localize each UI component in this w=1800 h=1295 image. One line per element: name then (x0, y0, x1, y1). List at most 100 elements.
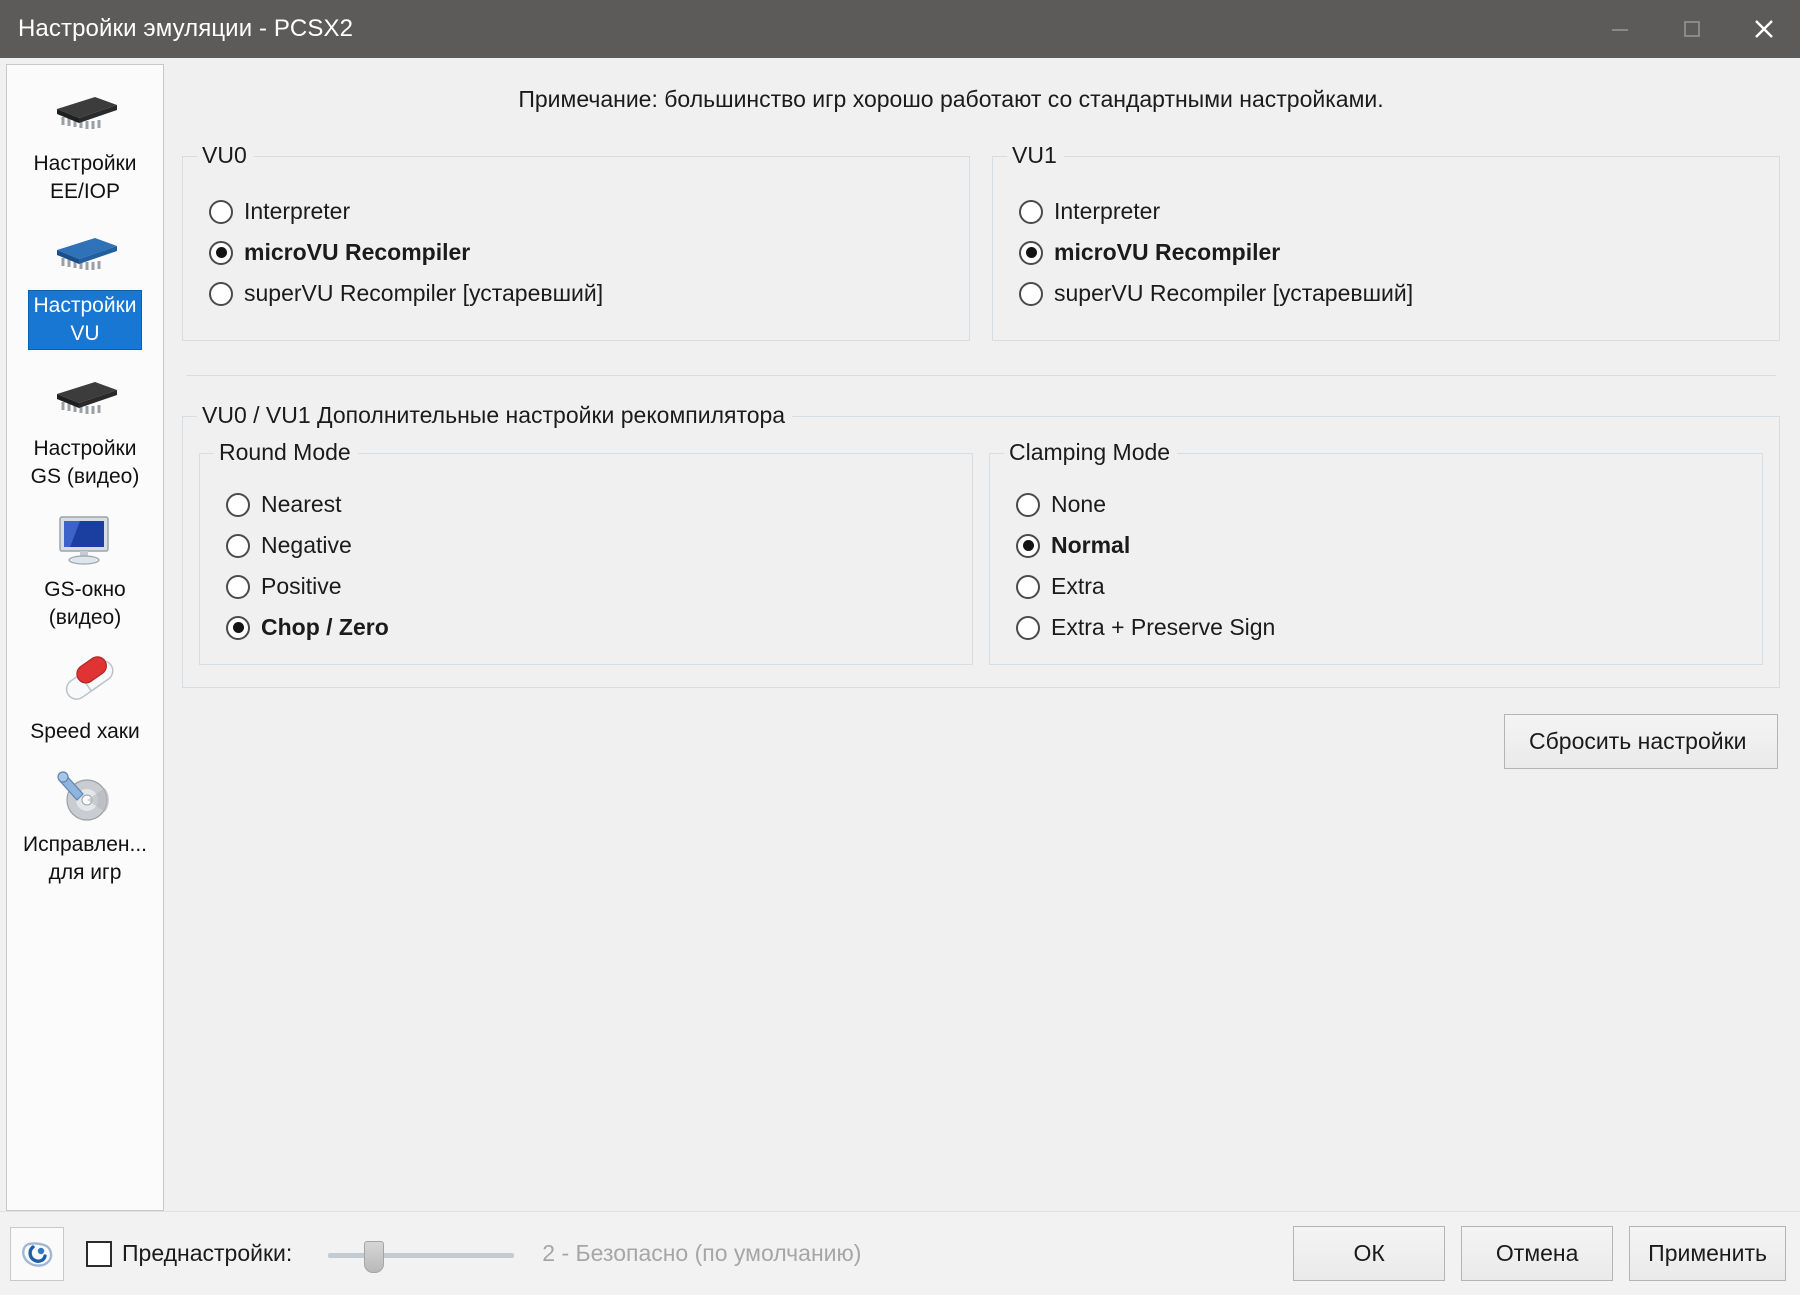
radio-label: Normal (1051, 532, 1131, 558)
radio-label: Nearest (261, 491, 342, 517)
slider-thumb[interactable] (364, 1240, 385, 1273)
chip-dark-icon (47, 368, 123, 430)
sidebar-item-label: Настройки GS (видео) (30, 436, 140, 488)
pcsx2-logo-icon (22, 1241, 53, 1267)
dialog-body: Настройки EE/IOP Настройки VU Настройки … (0, 58, 1800, 1211)
radio-label: Interpreter (244, 198, 351, 224)
sidebar-item-game-fixes[interactable]: Исправлен... для игр (7, 764, 163, 887)
sidebar-item-vu[interactable]: Настройки VU (7, 224, 163, 350)
sidebar-item-ee-iop[interactable]: Настройки EE/IOP (7, 83, 163, 206)
radio-dot (1019, 281, 1043, 306)
chip-dark-icon (47, 83, 123, 145)
radio-dot (1016, 574, 1040, 599)
slider-track (328, 1252, 515, 1258)
round-mode-option-nearest[interactable]: Nearest (200, 484, 972, 525)
sidebar-item-label: Speed хаки (30, 719, 140, 743)
radio-dot (226, 533, 250, 558)
window-controls (1584, 0, 1800, 58)
radio-label: microVU Recompiler (1054, 239, 1281, 265)
presets-slider[interactable] (328, 1234, 515, 1274)
radio-dot (1019, 240, 1043, 265)
radio-dot (209, 281, 233, 306)
ok-button[interactable]: ОК (1293, 1226, 1446, 1281)
sidebar-item-gs[interactable]: Настройки GS (видео) (7, 368, 163, 491)
clamping-mode-option-none[interactable]: None (990, 484, 1762, 525)
window-title: Настройки эмуляции - PCSX2 (18, 15, 354, 42)
clamping-mode-group: Clamping Mode None Normal Extra Extra + … (989, 439, 1763, 665)
vu0-option-interpreter[interactable]: Interpreter (183, 191, 969, 232)
advanced-recompiler-group: VU0 / VU1 Дополнительные настройки реком… (182, 402, 1780, 688)
emulation-settings-window: Настройки эмуляции - PCSX2 Настройки EE/… (0, 0, 1800, 1295)
round-mode-option-positive[interactable]: Positive (200, 566, 972, 607)
disc-wrench-icon (49, 764, 121, 826)
clamping-mode-option-normal[interactable]: Normal (990, 525, 1762, 566)
vu1-option-microvu[interactable]: microVU Recompiler (993, 232, 1779, 273)
advanced-inner-row: Round Mode Nearest Negative Positive Cho… (199, 439, 1763, 665)
radio-label: None (1051, 491, 1106, 517)
radio-dot (1019, 199, 1043, 224)
radio-dot (1016, 533, 1040, 558)
vu1-option-supervu[interactable]: superVU Recompiler [устаревший] (993, 273, 1779, 314)
reset-row: Сбросить настройки (182, 688, 1780, 769)
radio-label: Positive (261, 573, 342, 599)
footer-buttons: ОК Отмена Применить (1293, 1226, 1786, 1281)
settings-main-panel: Примечание: большинство игр хорошо работ… (164, 64, 1794, 1211)
presets-checkbox[interactable] (86, 1240, 112, 1267)
clamping-mode-option-extra-preserve-sign[interactable]: Extra + Preserve Sign (990, 607, 1762, 648)
round-mode-group: Round Mode Nearest Negative Positive Cho… (199, 439, 973, 665)
vu1-group-title: VU1 (1007, 142, 1064, 169)
sidebar-item-gs-window[interactable]: GS-окно (видео) (7, 509, 163, 632)
vu0-group-title: VU0 (197, 142, 254, 169)
section-divider (186, 375, 1776, 376)
clamping-mode-title: Clamping Mode (1004, 439, 1178, 466)
sidebar-item-label: Настройки VU (27, 290, 143, 350)
radio-label: Interpreter (1054, 198, 1161, 224)
vu0-group: VU0 Interpreter microVU Recompiler super… (182, 142, 970, 341)
maximize-icon (1684, 21, 1700, 37)
radio-dot (226, 615, 250, 640)
sidebar-item-label: GS-окно (видео) (44, 578, 126, 630)
pills-icon (50, 651, 120, 713)
vu0-option-microvu[interactable]: microVU Recompiler (183, 232, 969, 273)
monitor-icon (50, 509, 120, 571)
radio-dot (1016, 492, 1040, 517)
radio-label: Extra (1051, 573, 1105, 599)
radio-dot (209, 240, 233, 265)
round-mode-title: Round Mode (214, 439, 358, 466)
round-mode-option-negative[interactable]: Negative (200, 525, 972, 566)
radio-label: superVU Recompiler [устаревший] (1054, 280, 1414, 306)
vu1-option-interpreter[interactable]: Interpreter (993, 191, 1779, 232)
sidebar-item-label: Настройки EE/IOP (33, 152, 137, 203)
sidebar-item-label: Исправлен... для игр (22, 833, 148, 885)
chip-blue-icon (47, 224, 123, 286)
radio-label: superVU Recompiler [устаревший] (244, 280, 604, 306)
maximize-button[interactable] (1656, 0, 1728, 58)
radio-dot (226, 574, 250, 599)
title-bar: Настройки эмуляции - PCSX2 (0, 0, 1800, 58)
radio-dot (226, 492, 250, 517)
vu1-group: VU1 Interpreter microVU Recompiler super… (992, 142, 1780, 341)
minimize-icon (1612, 29, 1628, 31)
settings-sidebar: Настройки EE/IOP Настройки VU Настройки … (6, 64, 164, 1211)
apply-button[interactable]: Применить (1629, 1226, 1786, 1281)
radio-dot (1016, 615, 1040, 640)
cancel-button[interactable]: Отмена (1461, 1226, 1614, 1281)
pcsx2-logo-button[interactable] (10, 1226, 64, 1281)
round-mode-option-chop-zero[interactable]: Chop / Zero (200, 607, 972, 648)
radio-label: Extra + Preserve Sign (1051, 614, 1276, 640)
close-icon (1755, 20, 1773, 38)
note-text: Примечание: большинство игр хорошо работ… (518, 86, 1384, 112)
presets-value-text: 2 - Безопасно (по умолчанию) (542, 1240, 862, 1266)
presets-label: Преднастройки: (122, 1240, 293, 1266)
close-button[interactable] (1728, 0, 1800, 58)
minimize-button[interactable] (1584, 0, 1656, 58)
radio-label: Chop / Zero (261, 614, 389, 640)
radio-label: Negative (261, 532, 352, 558)
dialog-footer: Преднастройки: 2 - Безопасно (по умолчан… (0, 1211, 1800, 1295)
vu0-option-supervu[interactable]: superVU Recompiler [устаревший] (183, 273, 969, 314)
sidebar-item-speed-hacks[interactable]: Speed хаки (7, 651, 163, 747)
clamping-mode-option-extra[interactable]: Extra (990, 566, 1762, 607)
radio-dot (209, 199, 233, 224)
reset-settings-button[interactable]: Сбросить настройки (1504, 714, 1778, 769)
vu-groups-row: VU0 Interpreter microVU Recompiler super… (182, 142, 1780, 341)
